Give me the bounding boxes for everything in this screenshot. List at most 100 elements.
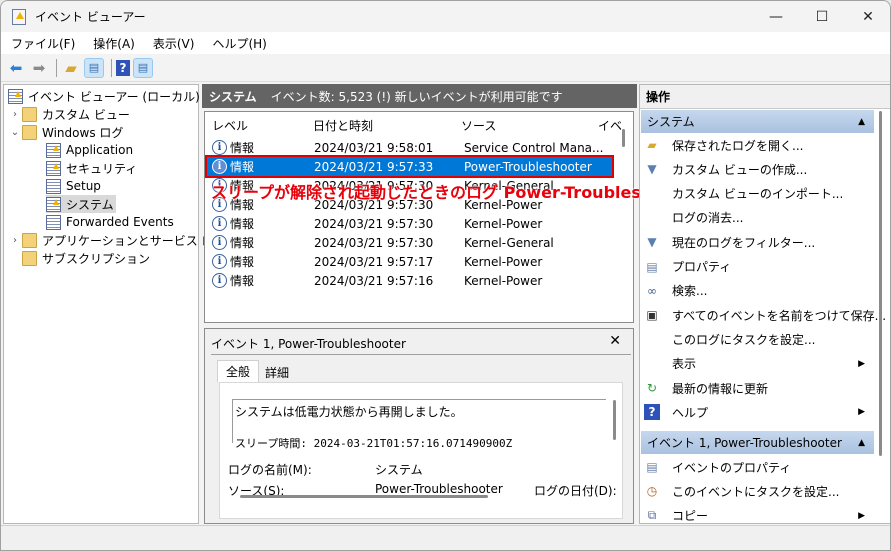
- action-item[interactable]: ⧉ コピー ▶: [644, 505, 869, 527]
- action-item[interactable]: ログの消去...: [644, 207, 869, 229]
- info-icon: i: [212, 159, 227, 174]
- action-item[interactable]: 表示 ▶: [644, 353, 869, 375]
- log-warning-icon: [46, 196, 61, 212]
- section-title: システム: [647, 115, 695, 129]
- action-item[interactable]: ↻ 最新の情報に更新: [644, 377, 869, 399]
- expand-icon[interactable]: ›: [8, 109, 22, 120]
- actions-scrollbar[interactable]: [879, 111, 882, 456]
- binoculars-icon: ∞: [647, 283, 657, 298]
- level-text: 情報: [230, 160, 255, 174]
- menu-action[interactable]: 操作(A): [93, 35, 135, 52]
- blank-icon: [644, 356, 660, 372]
- tree-item-system[interactable]: システム: [46, 195, 116, 213]
- annotation-label: スリープが解除され起動じたときのログ Power-Troubleshooter: [211, 183, 701, 202]
- event-row[interactable]: i 情報 2024/03/21 9:58:01 Service Control Man…: [207, 138, 612, 157]
- expand-icon[interactable]: ›: [8, 235, 22, 246]
- action-item[interactable]: ◷ このイベントにタスクを設定...: [644, 480, 869, 502]
- properties-icon: ▤: [646, 259, 658, 274]
- tab-general[interactable]: 全般: [217, 360, 260, 382]
- action-item[interactable]: ? ヘルプ ▶: [644, 401, 869, 423]
- menu-help[interactable]: ヘルプ(H): [212, 35, 266, 52]
- event-list-scrollbar[interactable]: [622, 129, 625, 147]
- collapse-icon[interactable]: ⌄: [8, 127, 22, 138]
- show-hide-tree-icon[interactable]: ▤: [84, 57, 104, 78]
- event-viewer-window: イベント ビューアー — ☐ ✕ ファイル(F) 操作(A) 表示(V) ヘルプ…: [0, 0, 891, 551]
- source-cell: Kernel-Power: [464, 273, 543, 288]
- datetime-cell: 2024/03/21 9:57:17: [314, 254, 434, 269]
- window-title: イベント ビューアー: [35, 10, 146, 24]
- detail-horizontal-scrollbar[interactable]: [240, 495, 488, 498]
- minimize-button[interactable]: —: [753, 1, 799, 32]
- event-list: レベル 日付と時刻 ソース イベ i 情報 2024/03/21 9:58:01 Se…: [204, 111, 634, 323]
- close-icon[interactable]: ✕: [609, 333, 621, 349]
- tree-item-setup[interactable]: Setup: [46, 177, 101, 195]
- blank-icon: [644, 210, 660, 226]
- folder-icon: [22, 124, 37, 140]
- collapse-up-icon[interactable]: ▲: [858, 117, 865, 127]
- tree-item-custom-views[interactable]: › カスタム ビュー: [8, 105, 130, 123]
- event-viewer-app-icon: [12, 8, 26, 25]
- blank-icon: [644, 331, 660, 347]
- column-datetime[interactable]: 日付と時刻: [313, 117, 373, 134]
- event-row[interactable]: i 情報 2024/03/21 9:57:30 Kernel-General: [207, 233, 612, 252]
- datetime-cell: 2024/03/21 9:57:16: [314, 273, 434, 288]
- tree-root[interactable]: イベント ビューアー (ローカル): [8, 87, 200, 105]
- tree-item-subscriptions[interactable]: サブスクリプション: [22, 249, 150, 267]
- action-label: カスタム ビューのインポート...: [672, 187, 844, 202]
- tree-item-security[interactable]: セキュリティ: [46, 159, 137, 177]
- action-item[interactable]: ▰ 保存されたログを開く...: [644, 134, 869, 156]
- actions-header: 操作: [640, 85, 890, 109]
- tab-details[interactable]: 詳細: [257, 362, 297, 382]
- maximize-button[interactable]: ☐: [799, 1, 845, 32]
- tree-item-label: カスタム ビュー: [42, 107, 130, 122]
- open-folder-icon[interactable]: ▰: [61, 58, 81, 78]
- tree-item-application[interactable]: Application: [46, 141, 133, 159]
- event-row[interactable]: i 情報 2024/03/21 9:57:17 Kernel-Power: [207, 252, 612, 271]
- actions-section-system[interactable]: システム ▲: [641, 110, 874, 133]
- source-value: Power-Troubleshooter: [375, 482, 503, 496]
- log-header: システム イベント数: 5,523 (!) 新しいイベントが利用可能です: [202, 84, 637, 108]
- navigation-tree: イベント ビューアー (ローカル) › カスタム ビュー ⌄ Windows ロ…: [3, 84, 226, 524]
- level-text: 情報: [230, 217, 255, 231]
- column-level[interactable]: レベル: [212, 117, 248, 134]
- action-item[interactable]: ∞ 検索...: [644, 280, 869, 302]
- tree-item-forwarded-events[interactable]: Forwarded Events: [46, 213, 174, 231]
- column-source[interactable]: ソース: [461, 117, 496, 134]
- action-item[interactable]: ▼ カスタム ビューの作成...: [644, 158, 869, 180]
- action-item[interactable]: このログにタスクを設定...: [644, 328, 869, 350]
- event-row[interactable]: i 情報 2024/03/21 9:57:33 Power-Troubleshoote…: [205, 155, 614, 178]
- action-label: プロパティ: [672, 260, 732, 274]
- event-message-box[interactable]: システムは低電力状態から再開しました。 スリープ時間: 2024-03-21T0…: [232, 399, 606, 450]
- menu-file[interactable]: ファイル(F): [11, 35, 75, 52]
- collapse-up-icon[interactable]: ▲: [858, 438, 865, 448]
- action-label: 表示: [672, 357, 697, 372]
- action-label: すべてのイベントを名前をつけて保存...: [672, 308, 887, 323]
- event-row[interactable]: i 情報 2024/03/21 9:57:16 Kernel-Power: [207, 271, 612, 290]
- show-hide-action-pane-icon[interactable]: ▤: [133, 57, 153, 78]
- tree-item-app-service-logs[interactable]: › アプリケーションとサービス ログ: [8, 231, 226, 249]
- action-item[interactable]: ▤ イベントのプロパティ: [644, 456, 869, 478]
- action-item[interactable]: ▤ プロパティ: [644, 256, 869, 278]
- help-icon: ?: [644, 404, 660, 421]
- action-item[interactable]: ▣ すべてのイベントを名前をつけて保存...: [644, 304, 886, 326]
- source-cell: Kernel-Power: [464, 254, 543, 269]
- back-arrow-icon[interactable]: ⬅: [6, 58, 26, 78]
- help-icon[interactable]: ?: [116, 59, 130, 76]
- properties-icon: ▤: [646, 460, 658, 474]
- toolbar: ⬅ ➡ ▰ ▤ ? ▤: [1, 54, 890, 82]
- action-label: 保存されたログを開く...: [672, 138, 804, 153]
- datetime-cell: 2024/03/21 9:57:30: [314, 235, 434, 250]
- action-item[interactable]: カスタム ビューのインポート...: [644, 183, 869, 205]
- actions-section-event[interactable]: イベント 1, Power-Troubleshooter ▲: [641, 431, 874, 454]
- close-button[interactable]: ✕: [845, 1, 890, 32]
- divider: [211, 354, 631, 355]
- event-row[interactable]: i 情報 2024/03/21 9:57:30 Kernel-Power: [207, 214, 612, 233]
- menu-view[interactable]: 表示(V): [153, 35, 195, 52]
- column-event-id[interactable]: イベ: [598, 117, 622, 134]
- datetime-cell: 2024/03/21 9:58:01: [314, 140, 434, 155]
- forward-arrow-icon[interactable]: ➡: [29, 58, 49, 78]
- tree-item-windows-logs[interactable]: ⌄ Windows ログ: [8, 123, 123, 141]
- message-scrollbar[interactable]: [613, 400, 616, 440]
- event-viewer-icon: [8, 88, 23, 104]
- action-item[interactable]: ▼ 現在のログをフィルター...: [644, 231, 869, 253]
